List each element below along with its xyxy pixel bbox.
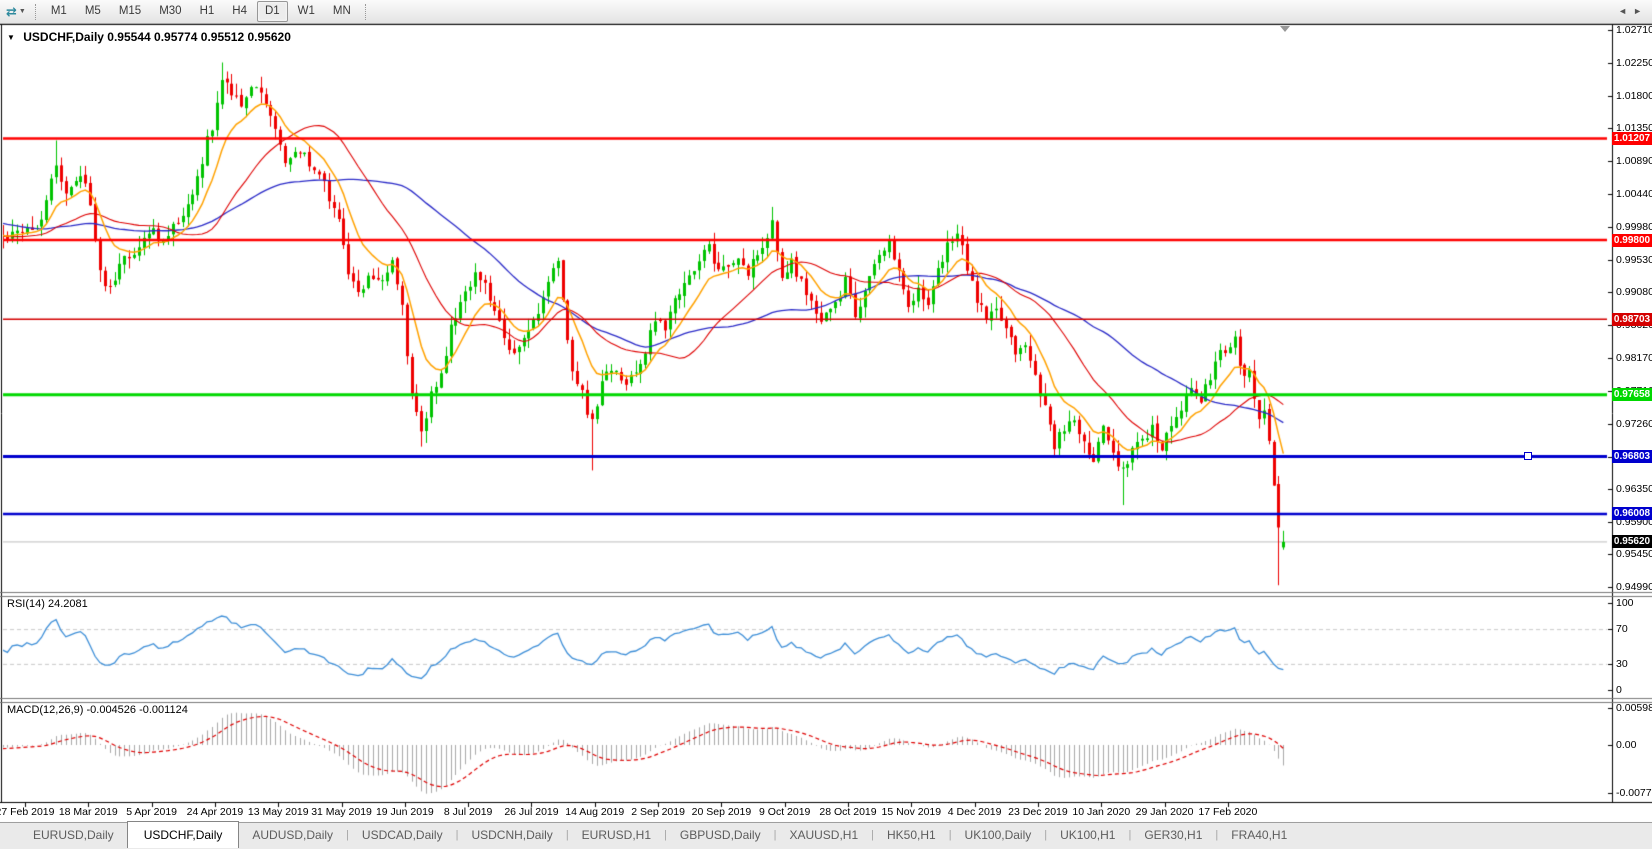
hline-price-label: 0.98703 <box>1612 313 1652 326</box>
date-label: 4 Dec 2019 <box>948 806 1002 818</box>
date-label: 20 Sep 2019 <box>692 806 752 818</box>
symbol-tab-hk50-h1[interactable]: HK50,H1 <box>874 823 949 847</box>
toolbar-grip <box>35 4 37 20</box>
price-tick-label: 0.98170 <box>1616 352 1652 364</box>
date-label: 8 Jul 2019 <box>444 806 492 818</box>
rsi-tick-label: 100 <box>1616 597 1634 609</box>
timeframe-button-mn[interactable]: MN <box>325 1 359 22</box>
date-label: 5 Apr 2019 <box>126 806 177 818</box>
rsi-name: RSI(14) <box>7 598 45 610</box>
timeframe-button-m30[interactable]: M30 <box>151 1 189 22</box>
date-label: 31 May 2019 <box>311 806 372 818</box>
symbol-tab-xauusd-h1[interactable]: XAUUSD,H1 <box>776 823 871 847</box>
price-tick-label: 0.95450 <box>1616 548 1652 560</box>
tab-scroll-arrows[interactable]: ◄► <box>1618 6 1648 16</box>
price-tick-label: 0.99080 <box>1616 286 1652 298</box>
timeframe-button-h4[interactable]: H4 <box>224 1 255 22</box>
toolbar-grip <box>365 4 367 20</box>
symbol-tab-uk100-daily[interactable]: UK100,Daily <box>952 823 1045 847</box>
hline-price-label: 0.96803 <box>1612 450 1652 463</box>
chart-symbol: USDCHF,Daily <box>23 30 104 44</box>
price-tick-label: 0.99980 <box>1616 221 1652 233</box>
macd-label: MACD(12,26,9) -0.004526 -0.001124 <box>7 704 188 716</box>
charts-mode-icon[interactable]: ⇄ <box>0 4 19 20</box>
current-price-label: 0.95620 <box>1612 535 1652 548</box>
date-label: 9 Oct 2019 <box>759 806 810 818</box>
timeframe-button-m1[interactable]: M1 <box>43 1 75 22</box>
price-tick-label: 0.97260 <box>1616 418 1652 430</box>
price-chart-canvas[interactable] <box>0 0 1652 849</box>
price-tick-label: 1.00890 <box>1616 155 1652 167</box>
timeframe-buttons: M1M5M15M30H1H4D1W1MN <box>42 1 360 22</box>
symbol-tab-usdcad-daily[interactable]: USDCAD,Daily <box>349 823 456 847</box>
hline-price-label: 0.96008 <box>1612 507 1652 520</box>
date-label: 17 Feb 2020 <box>1198 806 1257 818</box>
date-label: 29 Jan 2020 <box>1136 806 1194 818</box>
chart-shift-marker-icon[interactable] <box>1280 26 1290 32</box>
macd-tick-label: 0.005986 <box>1616 702 1652 714</box>
symbol-tab-usdcnh-daily[interactable]: USDCNH,Daily <box>458 823 565 847</box>
date-label: 23 Dec 2019 <box>1008 806 1068 818</box>
hline-price-label: 0.99800 <box>1612 234 1652 247</box>
rsi-tick-label: 30 <box>1616 658 1628 670</box>
symbol-tabbar: EURUSD,DailyUSDCHF,DailyAUDUSD,Daily|USD… <box>0 822 1652 849</box>
macd-tick-label: -0.007737 <box>1616 787 1652 799</box>
rsi-tick-label: 0 <box>1616 684 1622 696</box>
price-tick-label: 0.96350 <box>1616 483 1652 495</box>
date-label: 18 Mar 2019 <box>59 806 118 818</box>
chevron-down-icon[interactable]: ▼ <box>19 8 30 15</box>
ohlc-high: 0.95774 <box>154 30 197 44</box>
date-label: 24 Apr 2019 <box>187 806 244 818</box>
date-label: 14 Aug 2019 <box>565 806 624 818</box>
chart-title: ▼ USDCHF,Daily 0.95544 0.95774 0.95512 0… <box>7 30 291 44</box>
price-tick-label: 1.00440 <box>1616 188 1652 200</box>
macd-name: MACD(12,26,9) <box>7 704 83 716</box>
scroll-left-icon[interactable]: ◄ <box>1618 6 1633 16</box>
symbol-tab-ger30-h1[interactable]: GER30,H1 <box>1131 823 1215 847</box>
hline-price-label: 1.01207 <box>1612 132 1652 145</box>
rsi-label: RSI(14) 24.2081 <box>7 598 88 610</box>
symbol-tab-usdchf-daily[interactable]: USDCHF,Daily <box>127 821 240 848</box>
date-label: 19 Jun 2019 <box>376 806 434 818</box>
ohlc-open: 0.95544 <box>107 30 150 44</box>
date-label: 10 Jan 2020 <box>1072 806 1130 818</box>
date-label: 27 Feb 2019 <box>0 806 54 818</box>
price-tick-label: 1.02710 <box>1616 24 1652 36</box>
price-tick-label: 0.99530 <box>1616 254 1652 266</box>
timeframe-toolbar: ⇄ ▼ M1M5M15M30H1H4D1W1MN <box>0 0 1652 24</box>
date-label: 2 Sep 2019 <box>631 806 685 818</box>
date-label: 28 Oct 2019 <box>819 806 876 818</box>
symbol-tab-fra40-h1[interactable]: FRA40,H1 <box>1218 823 1300 847</box>
rsi-tick-label: 70 <box>1616 623 1628 635</box>
date-label: 26 Jul 2019 <box>504 806 558 818</box>
symbol-tab-eurusd-daily[interactable]: EURUSD,Daily <box>20 823 127 847</box>
macd-tick-label: 0.00 <box>1616 739 1636 751</box>
price-tick-label: 1.01800 <box>1616 90 1652 102</box>
scroll-right-icon[interactable]: ► <box>1633 6 1648 16</box>
rsi-value: 24.2081 <box>48 598 88 610</box>
ohlc-close: 0.95620 <box>248 30 291 44</box>
date-label: 15 Nov 2019 <box>882 806 942 818</box>
hline-drag-handle[interactable] <box>1524 452 1532 460</box>
symbol-tab-gbpusd-daily[interactable]: GBPUSD,Daily <box>667 823 774 847</box>
price-tick-label: 0.94990 <box>1616 581 1652 593</box>
collapse-arrow-icon[interactable]: ▼ <box>7 33 15 42</box>
hline-price-label: 0.97658 <box>1612 388 1652 401</box>
price-tick-label: 1.02250 <box>1616 57 1652 69</box>
symbol-tab-uk100-h1[interactable]: UK100,H1 <box>1047 823 1128 847</box>
application-window: ⇄ ▼ M1M5M15M30H1H4D1W1MN ▼ USDCHF,Daily … <box>0 0 1652 849</box>
macd-values: -0.004526 -0.001124 <box>86 704 187 716</box>
timeframe-button-m5[interactable]: M5 <box>77 1 109 22</box>
timeframe-button-h1[interactable]: H1 <box>192 1 223 22</box>
timeframe-button-d1[interactable]: D1 <box>257 1 288 22</box>
date-label: 13 May 2019 <box>248 806 309 818</box>
ohlc-low: 0.95512 <box>201 30 244 44</box>
symbol-tab-audusd-daily[interactable]: AUDUSD,Daily <box>239 823 346 847</box>
symbol-tab-eurusd-h1[interactable]: EURUSD,H1 <box>569 823 664 847</box>
timeframe-button-w1[interactable]: W1 <box>290 1 323 22</box>
timeframe-button-m15[interactable]: M15 <box>111 1 149 22</box>
